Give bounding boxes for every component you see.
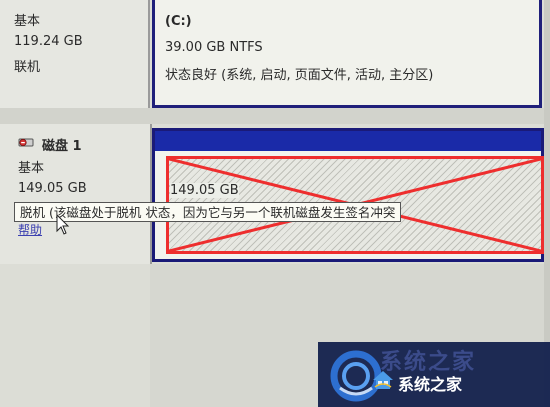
- partition-c[interactable]: (C:) 39.00 GB NTFS 状态良好 (系统, 启动, 页面文件, 活…: [152, 0, 542, 108]
- disk-1-type: 基本: [18, 161, 45, 176]
- mouse-cursor-icon: [56, 214, 70, 235]
- disk-1-size: 149.05 GB: [18, 181, 87, 196]
- disk-0-size: 119.24 GB: [14, 34, 83, 49]
- partition-header-bar: [155, 131, 541, 151]
- offline-tooltip: 脱机 (该磁盘处于脱机 状态，因为它与另一个联机磁盘发生签名冲突: [14, 202, 402, 222]
- disk-1-title: 磁盘 1: [42, 139, 82, 154]
- help-link[interactable]: 帮助: [18, 221, 42, 238]
- disk-management-view: 基本 119.24 GB 联机 (C:) 39.00 GB NTFS 状态良好 …: [0, 0, 550, 407]
- disk-0-status: 联机: [14, 60, 41, 75]
- partition-c-label: (C:): [165, 14, 192, 29]
- disk-1-partition-size: 149.05 GB: [170, 183, 239, 198]
- disk-0-type: 基本: [14, 14, 41, 29]
- house-logo-icon: [373, 371, 393, 389]
- partition-c-size: 39.00 GB NTFS: [165, 40, 263, 55]
- partition-c-health: 状态良好 (系统, 启动, 页面文件, 活动, 主分区): [165, 68, 434, 83]
- disk-separator: [0, 108, 550, 124]
- disk-0-info-panel[interactable]: 基本 119.24 GB 联机: [0, 0, 150, 109]
- watermark-brand-text: 系统之家: [398, 375, 463, 394]
- disk-offline-icon: [18, 138, 34, 147]
